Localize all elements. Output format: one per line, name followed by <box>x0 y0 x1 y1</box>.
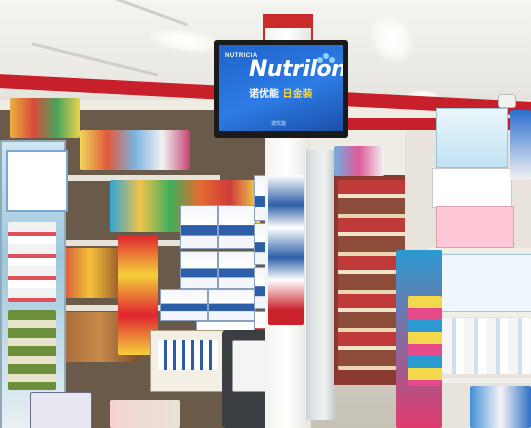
formula-box <box>180 205 218 249</box>
product-display-box <box>432 168 512 208</box>
glass-cabinet <box>306 150 336 420</box>
cooler-products <box>8 222 56 302</box>
hanging-products <box>408 296 442 386</box>
formula-box <box>218 251 256 289</box>
product-display-box <box>436 108 508 168</box>
camera-icon <box>498 94 516 108</box>
cart-items <box>110 400 180 428</box>
formula-box <box>208 289 256 321</box>
screen-footer: 诺优能 <box>271 121 287 127</box>
cart-items <box>30 392 92 428</box>
bottle-pack <box>158 340 218 370</box>
formula-box <box>180 251 218 289</box>
right-shelf-board <box>430 378 531 383</box>
screen-tagline-main: 诺优能 <box>249 89 279 100</box>
screen-tagline-highlight: 日金装 <box>282 89 313 100</box>
screen-tagline: 诺优能 日金装 <box>249 85 312 100</box>
store-photo: NUTRICIA Nutrilon 诺优能 日金装 诺优能 <box>0 0 531 428</box>
diaper-packs <box>470 386 531 428</box>
pillar-products <box>268 175 304 325</box>
milk-cartons <box>432 254 531 312</box>
product-group <box>80 130 190 170</box>
back-shelf <box>334 146 384 176</box>
right-shelf-board <box>430 248 531 253</box>
product-group <box>10 98 80 138</box>
cooler-products <box>8 310 56 390</box>
cooler-sign <box>6 150 68 212</box>
product-display-box <box>436 206 514 248</box>
screen-brand: Nutrilon <box>249 57 343 82</box>
formula-box <box>160 289 208 321</box>
monitor-screen: NUTRICIA Nutrilon 诺优能 日金装 诺优能 <box>219 45 343 131</box>
formula-box <box>218 205 256 249</box>
bottle-row <box>442 318 531 374</box>
right-shelf-board <box>430 312 531 317</box>
wall-poster <box>510 110 531 180</box>
